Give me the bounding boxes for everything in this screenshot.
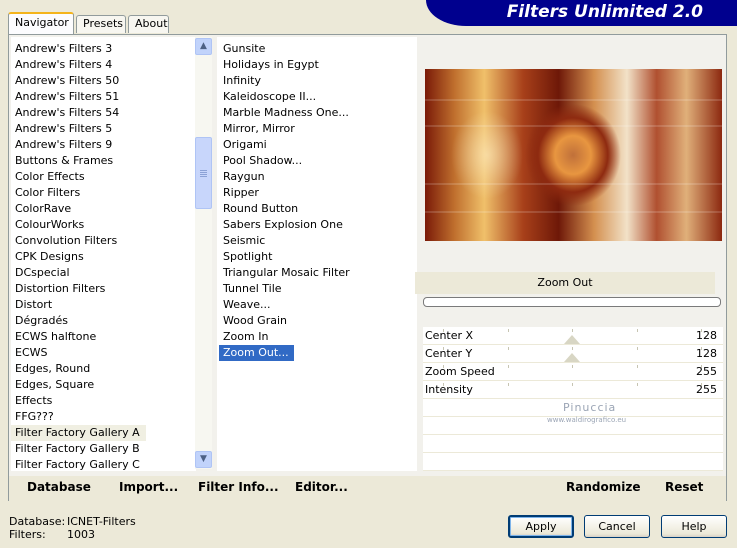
category-list-item[interactable]: Edges, Round <box>11 361 90 377</box>
filter-list-item[interactable]: Kaleidoscope II... <box>219 89 316 105</box>
parameter-value: 255 <box>696 365 717 378</box>
watermark-url: www.waldirografico.eu <box>547 416 627 424</box>
category-list-item[interactable]: Buttons & Frames <box>11 153 113 169</box>
database-button[interactable]: Database <box>27 480 91 494</box>
category-list-item[interactable]: CPK Designs <box>11 249 84 265</box>
parameter-slider[interactable]: Intensity 255 <box>423 381 723 399</box>
filter-list-item[interactable]: Spotlight <box>219 249 272 265</box>
editor-button[interactable]: Editor... <box>295 480 348 494</box>
scroll-thumb[interactable] <box>195 137 212 209</box>
tab-navigator[interactable]: Navigator <box>8 12 74 34</box>
filter-list-item[interactable]: Seismic <box>219 233 265 249</box>
category-list-item[interactable]: Andrew's Filters 9 <box>11 137 112 153</box>
apply-button[interactable]: Apply <box>508 515 574 538</box>
parameter-label: Zoom Speed <box>425 365 495 378</box>
category-list-item[interactable]: Distort <box>11 297 52 313</box>
filter-list-item[interactable]: Zoom Out... <box>218 344 295 362</box>
category-list-item[interactable]: Filter Factory Gallery C <box>11 457 140 471</box>
category-list-item[interactable]: DCspecial <box>11 265 70 281</box>
tab-presets[interactable]: Presets <box>76 15 126 33</box>
category-list-item[interactable]: Andrew's Filters 54 <box>11 105 119 121</box>
filters-count-label: Filters: <box>9 528 46 541</box>
slider-thumb[interactable] <box>564 353 580 362</box>
filter-list[interactable]: Gunsite Holidays in Egypt Infinity Kaleidos… <box>217 37 417 471</box>
filter-list-item[interactable]: Wood Grain <box>219 313 287 329</box>
category-list-item[interactable]: ColourWorks <box>11 217 84 233</box>
category-list-item[interactable]: Edges, Square <box>11 377 94 393</box>
command-bar: Database Import... Filter Info... Editor… <box>9 476 726 501</box>
category-list-item[interactable]: ECWS halftone <box>11 329 96 345</box>
main-panel: Andrew's Filters 3 Andrew's Filters 4 Andr… <box>8 34 727 501</box>
filters-count-value: 1003 <box>67 528 95 541</box>
parameter-slider[interactable]: Center X 128 <box>423 327 723 345</box>
parameter-label: Center X <box>425 329 474 342</box>
parameter-slider[interactable]: Center Y 128 <box>423 345 723 363</box>
category-list-item[interactable]: FFG??? <box>11 409 54 425</box>
scroll-up-button[interactable]: ▲ <box>195 38 212 55</box>
watermark-text: Pinuccia <box>563 401 617 414</box>
help-button[interactable]: Help <box>661 515 727 538</box>
category-list-item[interactable]: Andrew's Filters 3 <box>11 41 112 57</box>
filter-list-item[interactable]: Origami <box>219 137 267 153</box>
slider-thumb[interactable] <box>564 335 580 344</box>
filter-list-item[interactable]: Pool Shadow... <box>219 153 302 169</box>
filter-list-item[interactable]: Ripper <box>219 185 259 201</box>
database-value: ICNET-Filters <box>67 515 136 528</box>
category-list-item[interactable]: Filter Factory Gallery B <box>11 441 140 457</box>
scroll-down-button[interactable]: ▼ <box>195 451 212 468</box>
filter-list-item[interactable]: Mirror, Mirror <box>219 121 295 137</box>
filter-list-item[interactable]: Raygun <box>219 169 265 185</box>
empty-parameter-row <box>423 453 723 471</box>
category-list-item[interactable]: Color Effects <box>11 169 85 185</box>
filter-list-item[interactable]: Holidays in Egypt <box>219 57 319 73</box>
filter-list-item[interactable]: Gunsite <box>219 41 265 57</box>
progress-bar <box>423 297 721 307</box>
filter-list-item[interactable]: Weave... <box>219 297 271 313</box>
filter-list-item[interactable]: Zoom In <box>219 329 268 345</box>
filter-list-item[interactable]: Triangular Mosaic Filter <box>219 265 350 281</box>
category-list-item[interactable]: Convolution Filters <box>11 233 117 249</box>
category-list-item[interactable]: Filter Factory Gallery A <box>11 425 146 441</box>
parameter-value: 128 <box>696 329 717 342</box>
category-list-item[interactable]: Andrew's Filters 5 <box>11 121 112 137</box>
filter-list-item[interactable]: Round Button <box>219 201 298 217</box>
randomize-button[interactable]: Randomize <box>566 480 640 494</box>
parameter-label: Center Y <box>425 347 473 360</box>
app-title: Filters Unlimited 2.0 <box>506 2 703 22</box>
category-list-item[interactable]: Distortion Filters <box>11 281 105 297</box>
database-label: Database: <box>9 515 66 528</box>
filter-list-item[interactable]: Tunnel Tile <box>219 281 282 297</box>
cancel-button[interactable]: Cancel <box>584 515 650 538</box>
category-list-item[interactable]: Effects <box>11 393 52 409</box>
parameter-label: Intensity <box>425 383 473 396</box>
parameter-value: 255 <box>696 383 717 396</box>
category-list-item[interactable]: Andrew's Filters 51 <box>11 89 119 105</box>
filter-list-item[interactable]: Sabers Explosion One <box>219 217 343 233</box>
filter-info-button[interactable]: Filter Info... <box>198 480 279 494</box>
category-list-item[interactable]: ColorRave <box>11 201 71 217</box>
category-scrollbar[interactable]: ▲ ▼ <box>195 37 212 469</box>
category-list-item[interactable]: Color Filters <box>11 185 80 201</box>
category-list-item[interactable]: Andrew's Filters 4 <box>11 57 112 73</box>
preview-image <box>425 69 722 241</box>
category-list-item[interactable]: Dégradés <box>11 313 68 329</box>
filter-name-label: Zoom Out <box>415 272 715 294</box>
reset-button[interactable]: Reset <box>665 480 703 494</box>
empty-parameter-row <box>423 435 723 453</box>
category-list-item[interactable]: ECWS <box>11 345 48 361</box>
category-list-item[interactable]: Andrew's Filters 50 <box>11 73 119 89</box>
category-list[interactable]: Andrew's Filters 3 Andrew's Filters 4 Andr… <box>11 37 196 471</box>
filter-list-item[interactable]: Marble Madness One... <box>219 105 349 121</box>
parameter-slider[interactable]: Zoom Speed 255 <box>423 363 723 381</box>
parameter-value: 128 <box>696 347 717 360</box>
title-banner: Filters Unlimited 2.0 <box>426 0 737 26</box>
import-button[interactable]: Import... <box>119 480 178 494</box>
filter-list-item[interactable]: Infinity <box>219 73 261 89</box>
tab-about[interactable]: About <box>128 15 169 33</box>
